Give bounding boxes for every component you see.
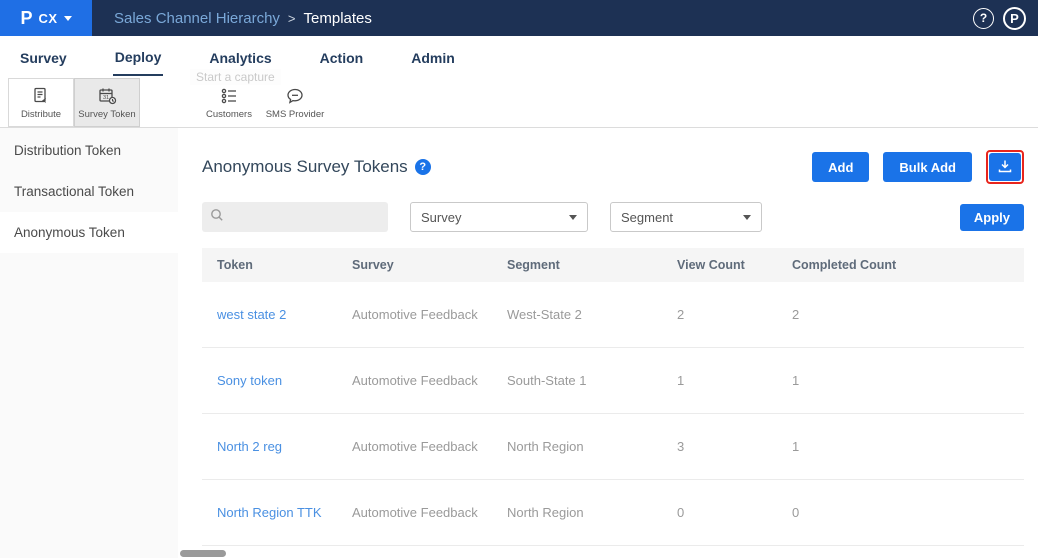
cell-segment: North Region [492,505,662,520]
tab-analytics[interactable]: Analytics [207,39,273,75]
cell-completed-count: 0 [777,505,1002,520]
survey-dropdown-value: Survey [421,210,461,225]
col-header-view-count: View Count [662,258,777,272]
brand-p: P [20,8,32,29]
bulk-add-button[interactable]: Bulk Add [883,152,972,182]
toolbar-item-label: Distribute [21,109,61,120]
breadcrumb-current: Templates [304,10,372,27]
chevron-down-icon [64,16,72,21]
toolbar-spacer [140,78,196,127]
tab-action[interactable]: Action [318,39,366,75]
cell-view-count: 0 [662,505,777,520]
title-row: Anonymous Survey Tokens ? Add Bulk Add [202,150,1024,184]
search-box [202,202,388,232]
avatar[interactable]: P [1003,7,1026,30]
survey-token-icon: 31 [97,86,117,106]
sidebar-item-distribution-token[interactable]: Distribution Token [0,130,178,171]
cell-survey: Automotive Feedback [337,307,492,322]
col-header-segment: Segment [492,258,662,272]
toolbar-item-distribute[interactable]: Distribute [8,78,74,127]
sms-provider-icon [285,86,305,106]
breadcrumb-separator: > [288,11,296,26]
cell-survey: Automotive Feedback [337,505,492,520]
sidebar-item-anonymous-token[interactable]: Anonymous Token [0,212,178,253]
tab-survey[interactable]: Survey [18,39,69,75]
cell-view-count: 2 [662,307,777,322]
chevron-down-icon [743,215,751,220]
toolbar-item-customers[interactable]: Customers [196,78,262,127]
download-button[interactable] [989,153,1021,181]
cell-survey: Automotive Feedback [337,373,492,388]
brand-cx: CX [38,11,57,26]
top-bar: P CX Sales Channel Hierarchy > Templates… [0,0,1038,36]
token-link[interactable]: Sony token [202,373,337,388]
breadcrumb-parent[interactable]: Sales Channel Hierarchy [114,10,280,27]
download-icon [998,159,1012,176]
cell-completed-count: 2 [777,307,1002,322]
content-area: Distribution Token Transactional Token A… [0,128,1038,558]
tokens-table: Token Survey Segment View Count Complete… [202,248,1024,546]
toolbar-item-survey-token[interactable]: 31 Survey Token [74,78,140,127]
main-panel: Anonymous Survey Tokens ? Add Bulk Add [178,128,1038,558]
title-help-icon[interactable]: ? [415,159,431,175]
title-actions: Add Bulk Add [812,150,1024,184]
segment-dropdown-value: Segment [621,210,673,225]
table-row: North 2 reg Automotive Feedback North Re… [202,414,1024,480]
tab-deploy[interactable]: Deploy [113,38,164,76]
brand-logo[interactable]: P CX [0,0,92,36]
horizontal-scrollbar-thumb[interactable] [180,550,226,557]
sidebar-item-transactional-token[interactable]: Transactional Token [0,171,178,212]
cell-completed-count: 1 [777,373,1002,388]
segment-dropdown[interactable]: Segment [610,202,762,232]
cell-segment: West-State 2 [492,307,662,322]
chevron-down-icon [569,215,577,220]
filter-row: Survey Segment Apply [202,202,1024,232]
col-header-completed-count: Completed Count [777,258,1002,272]
deploy-toolbar: Start a capture Distribute 31 [0,78,1038,128]
distribute-icon [31,86,51,106]
cell-segment: North Region [492,439,662,454]
token-link[interactable]: North Region TTK [202,505,337,520]
table-row: west state 2 Automotive Feedback West-St… [202,282,1024,348]
table-header: Token Survey Segment View Count Complete… [202,248,1024,282]
search-input[interactable] [230,210,406,225]
cell-completed-count: 1 [777,439,1002,454]
token-link[interactable]: west state 2 [202,307,337,322]
toolbar-item-label: SMS Provider [266,109,325,120]
svg-text:31: 31 [103,95,109,101]
cell-view-count: 1 [662,373,777,388]
survey-dropdown[interactable]: Survey [410,202,588,232]
cell-view-count: 3 [662,439,777,454]
apply-button[interactable]: Apply [960,204,1024,231]
col-header-survey: Survey [337,258,492,272]
toolbar-item-label: Survey Token [78,109,135,120]
breadcrumb: Sales Channel Hierarchy > Templates [114,10,372,27]
cell-survey: Automotive Feedback [337,439,492,454]
tab-admin[interactable]: Admin [409,39,457,75]
token-link[interactable]: North 2 reg [202,439,337,454]
download-highlight-box [986,150,1024,184]
token-sidebar: Distribution Token Transactional Token A… [0,128,178,558]
cell-segment: South-State 1 [492,373,662,388]
topbar-actions: ? P [973,7,1038,30]
app: P CX Sales Channel Hierarchy > Templates… [0,0,1038,558]
table-row: North Region TTK Automotive Feedback Nor… [202,480,1024,546]
toolbar-item-sms-provider[interactable]: SMS Provider [262,78,328,127]
add-button[interactable]: Add [812,152,869,182]
col-header-token: Token [202,258,337,272]
customers-icon [219,86,239,106]
table-row: Sony token Automotive Feedback South-Sta… [202,348,1024,414]
help-icon[interactable]: ? [973,8,994,29]
primary-nav: Survey Deploy Analytics Action Admin [0,36,1038,78]
search-icon [210,208,224,227]
page-title: Anonymous Survey Tokens [202,157,408,177]
toolbar-item-label: Customers [206,109,252,120]
